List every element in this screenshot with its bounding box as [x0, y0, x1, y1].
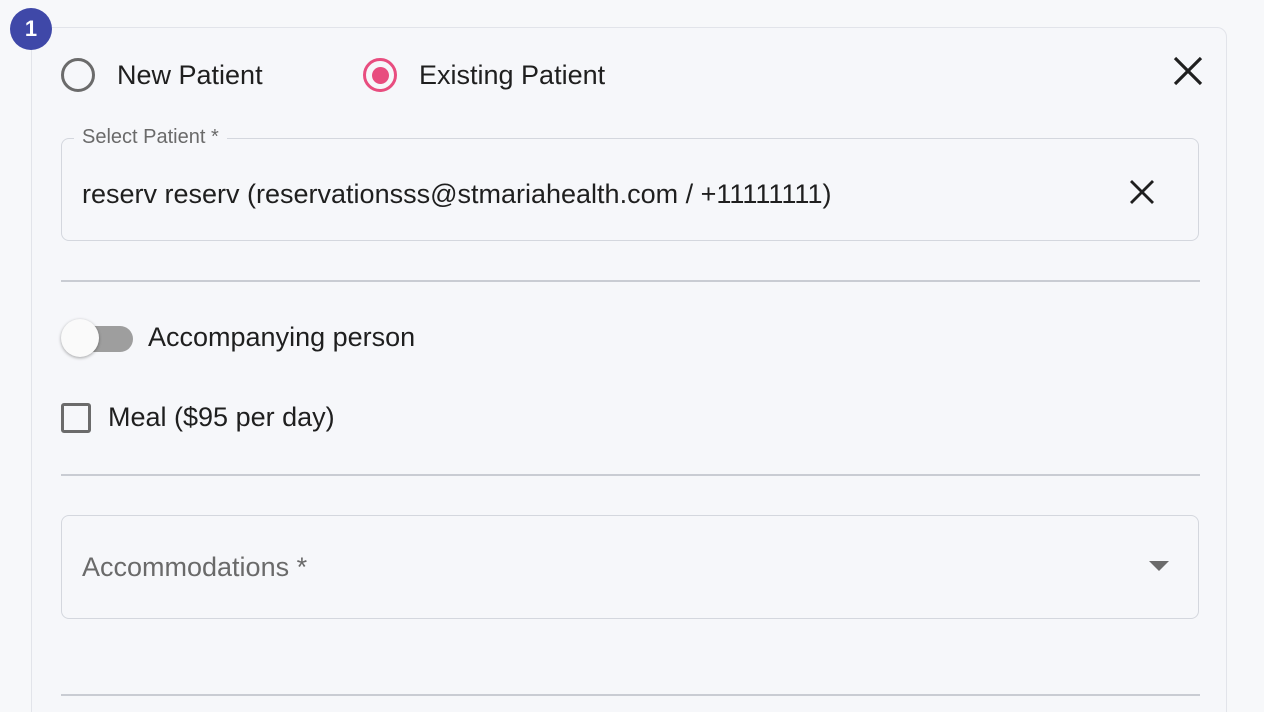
accompanying-person-label: Accompanying person [148, 322, 416, 352]
meal-checkbox-label: Meal ($95 per day) [108, 402, 335, 432]
radio-new-patient-label: New Patient [117, 59, 263, 90]
patient-form-screen: 1 New Patient Existing Patient Select Pa… [0, 0, 1264, 712]
divider [61, 694, 1200, 696]
toggle-thumb [61, 319, 99, 357]
radio-selected-icon [363, 58, 397, 92]
close-icon[interactable] [1170, 53, 1206, 89]
radio-new-patient[interactable]: New Patient [61, 58, 263, 92]
select-patient-label: Select Patient * [74, 126, 227, 149]
meal-checkbox[interactable] [61, 403, 91, 433]
clear-icon[interactable] [1128, 178, 1156, 206]
divider [61, 474, 1200, 476]
radio-existing-patient-label: Existing Patient [419, 59, 606, 90]
select-patient-value[interactable]: reserv reserv (reservationsss@stmariahea… [82, 179, 831, 210]
divider [61, 280, 1200, 282]
accommodations-placeholder: Accommodations * [82, 552, 308, 582]
step-number-badge: 1 [10, 8, 52, 50]
chevron-down-icon[interactable] [1149, 561, 1169, 571]
radio-existing-patient[interactable]: Existing Patient [363, 58, 605, 92]
select-patient-field[interactable]: Select Patient * reserv reserv (reservat… [61, 126, 1199, 241]
accompanying-person-toggle[interactable] [61, 318, 135, 358]
radio-unselected-icon [61, 58, 95, 92]
accommodations-select[interactable]: Accommodations * [61, 515, 1199, 619]
